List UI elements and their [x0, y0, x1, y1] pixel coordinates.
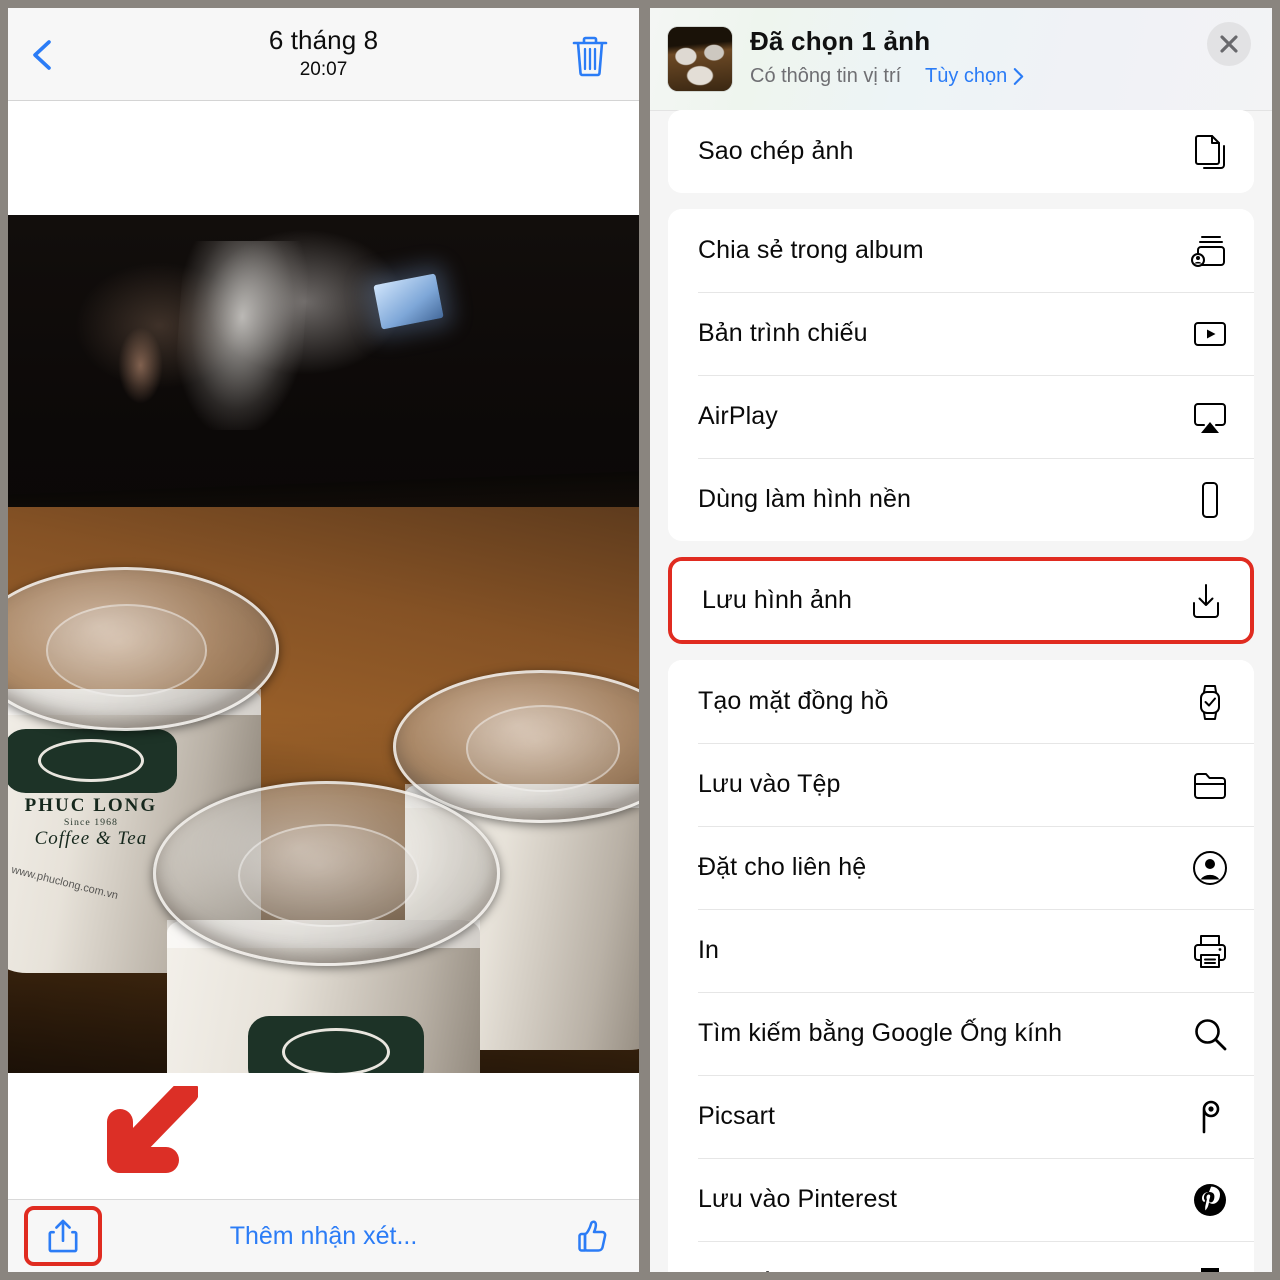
- close-icon: [1220, 35, 1238, 53]
- cup-lid: [153, 781, 500, 966]
- screenshot-root: 6 tháng 8 20:07 PHUC LONG Since 1968 Cof…: [0, 0, 1280, 1280]
- airplay-icon: [1188, 395, 1232, 439]
- share-action-label: Lưu vào Pinterest: [698, 1185, 898, 1213]
- back-button[interactable]: [26, 38, 60, 72]
- slideshow-icon: [1188, 312, 1232, 356]
- share-sheet-panel: Đã chọn 1 ảnh Có thông tin vị trí Tùy ch…: [650, 8, 1272, 1272]
- photo-image[interactable]: PHUC LONG Since 1968 Coffee & Tea www.ph…: [8, 215, 639, 1073]
- share-action-save-download[interactable]: Lưu hình ảnh: [672, 561, 1250, 640]
- add-comment-field[interactable]: Thêm nhận xét...: [8, 1200, 639, 1272]
- share-action-label: Picsart: [698, 1102, 776, 1130]
- share-action-shared-album[interactable]: Chia sẻ trong album: [668, 209, 1254, 292]
- logo-url: www.phuclong.com.vn: [10, 863, 120, 902]
- search-icon: [1188, 1012, 1232, 1056]
- panel-divider: [639, 0, 650, 1280]
- photo-person-blur: [171, 240, 312, 430]
- logo-tagline: Coffee & Tea: [34, 827, 148, 849]
- chevron-left-icon: [33, 40, 51, 70]
- share-action-airplay[interactable]: AirPlay: [668, 375, 1254, 458]
- photo-detail-panel: 6 tháng 8 20:07 PHUC LONG Since 1968 Cof…: [8, 8, 639, 1272]
- share-group: Sao chép ảnh: [668, 110, 1254, 193]
- share-action-folder[interactable]: Lưu vào Tệp: [668, 743, 1254, 826]
- phuc-long-logo: PHUC LONG Coffee & Tea: [248, 1015, 424, 1073]
- share-action-label: Đặt cho liên hệ: [698, 853, 867, 881]
- photo-toolbar: Thêm nhận xét...: [8, 1199, 639, 1272]
- phuc-long-logo: PHUC LONG Since 1968 Coffee & Tea: [8, 728, 178, 849]
- share-button[interactable]: [24, 1206, 102, 1266]
- close-button[interactable]: [1207, 22, 1251, 66]
- share-action-search[interactable]: Tìm kiếm bằng Google Ống kính: [668, 992, 1254, 1075]
- chevron-right-icon: [1014, 68, 1024, 85]
- share-action-label: In: [698, 936, 720, 964]
- share-action-watch-face[interactable]: Tạo mặt đồng hồ: [668, 660, 1254, 743]
- nav-title-block: 6 tháng 8 20:07: [8, 8, 639, 100]
- share-sheet-title: Đã chọn 1 ảnh: [750, 26, 931, 56]
- share-group: Chia sẻ trong album Bản trình chiếu AirPla…: [668, 209, 1254, 541]
- copy-icon: [1188, 130, 1232, 174]
- photo-nav-bar: 6 tháng 8 20:07: [8, 8, 639, 101]
- share-action-printer[interactable]: In: [668, 909, 1254, 992]
- photo-date: 6 tháng 8: [268, 24, 379, 55]
- share-action-label: Lưu hình ảnh: [702, 586, 853, 614]
- share-action-contact-circle[interactable]: Đặt cho liên hệ: [668, 826, 1254, 909]
- wallpaper-phone-icon: [1188, 478, 1232, 522]
- share-action-label: Tạo mặt đồng hồ: [698, 687, 889, 715]
- logo-since: Since 1968: [63, 816, 118, 828]
- share-action-bookmark[interactable]: Lưu vào Keep: [668, 1241, 1254, 1272]
- printer-icon: [1188, 929, 1232, 973]
- photo-top-spacer: [8, 101, 639, 215]
- share-group-highlighted: Lưu hình ảnh: [668, 557, 1254, 644]
- like-button[interactable]: [571, 1216, 613, 1258]
- options-link[interactable]: Tùy chọn: [925, 65, 1024, 88]
- logo-cup-glyph: [282, 1028, 390, 1073]
- photo-cup-front: PHUC LONG Coffee & Tea: [153, 781, 500, 1073]
- logo-cup-glyph: [37, 739, 144, 783]
- share-action-pinterest[interactable]: Lưu vào Pinterest: [668, 1158, 1254, 1241]
- avatar[interactable]: [668, 27, 732, 91]
- logo-brand: PHUC LONG: [24, 794, 158, 816]
- photo-hand-blur: [118, 326, 163, 404]
- share-action-slideshow[interactable]: Bản trình chiếu: [668, 292, 1254, 375]
- share-action-label: Dùng làm hình nền: [698, 485, 911, 513]
- share-action-picsart[interactable]: Picsart: [668, 1075, 1254, 1158]
- shared-album-icon: [1188, 229, 1232, 273]
- trash-icon: [572, 36, 608, 77]
- share-sheet-header: Đã chọn 1 ảnh Có thông tin vị trí Tùy ch…: [650, 8, 1272, 111]
- contact-circle-icon: [1188, 846, 1232, 890]
- logo-shield: [248, 1015, 424, 1073]
- options-label: Tùy chọn: [925, 65, 1008, 87]
- share-sheet-subtitle: Có thông tin vị trí: [750, 65, 902, 87]
- folder-icon: [1188, 763, 1232, 807]
- watch-face-icon: [1188, 680, 1232, 724]
- share-action-label: Lưu vào Tệp: [698, 770, 841, 798]
- share-action-label: AirPlay: [698, 402, 778, 430]
- share-action-label: Chia sẻ trong album: [698, 236, 924, 264]
- share-action-label: Tìm kiếm bằng Google Ống kính: [698, 1019, 1063, 1047]
- picsart-icon: [1188, 1095, 1232, 1139]
- selected-photo-thumbnail: [668, 27, 732, 91]
- pinterest-icon: [1188, 1178, 1232, 1222]
- share-action-wallpaper-phone[interactable]: Dùng làm hình nền: [668, 458, 1254, 541]
- share-action-label: Sao chép ảnh: [698, 137, 854, 165]
- thumbs-up-icon: [578, 1220, 607, 1252]
- share-action-label: Bản trình chiếu: [698, 319, 868, 347]
- delete-button[interactable]: [569, 34, 611, 78]
- share-icon: [48, 1219, 78, 1253]
- save-download-icon: [1184, 579, 1228, 623]
- bookmark-icon: [1188, 1261, 1232, 1272]
- photo-time: 20:07: [299, 58, 348, 80]
- share-action-copy[interactable]: Sao chép ảnh: [668, 110, 1254, 193]
- share-action-groups: Sao chép ảnh Chia sẻ trong album Bản trình…: [650, 110, 1272, 1272]
- logo-shield: [8, 728, 178, 793]
- photo-bottom-area: Thêm nhận xét...: [8, 1073, 639, 1272]
- share-action-label: Lưu vào Keep: [698, 1268, 1188, 1272]
- share-group: Tạo mặt đồng hồ Lưu vào Tệp Đặt cho liên h…: [668, 660, 1254, 1272]
